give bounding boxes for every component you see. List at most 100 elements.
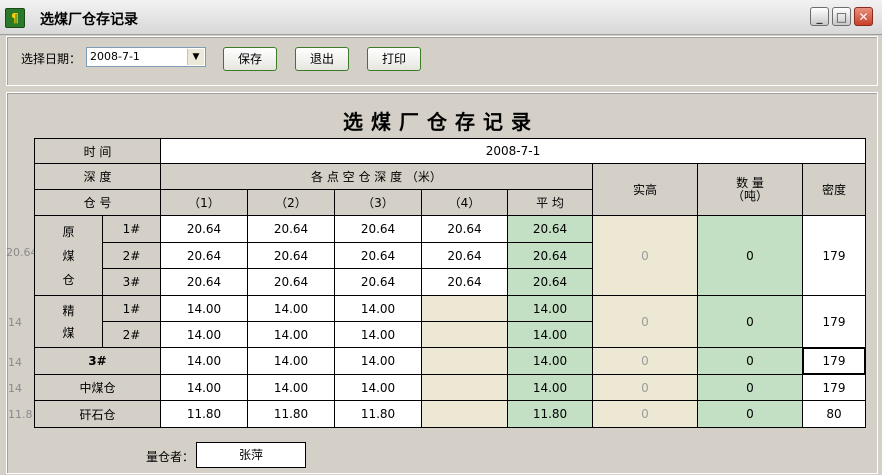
quantity-header-line1: 数 量 <box>736 175 764 190</box>
depth-label: 深 度 <box>34 163 161 190</box>
actual-height-header: 实高 <box>592 163 698 216</box>
maximize-button[interactable]: □ <box>832 7 851 26</box>
chevron-down-icon[interactable]: ▼ <box>187 49 204 65</box>
gangue-avg: 11.80 <box>507 400 593 428</box>
gangue-label: 矸石仓 <box>34 400 161 428</box>
raw-r3-avg: 20.64 <box>507 268 593 296</box>
raw-r3-c3[interactable]: 20.64 <box>334 268 422 296</box>
raw-label-char: 仓 <box>62 272 75 287</box>
bin3-actual-height: 0 <box>592 347 698 375</box>
raw-r3-c4[interactable]: 20.64 <box>421 268 508 296</box>
bin-label: 仓 号 <box>34 189 161 216</box>
clean-label-char: 煤 <box>62 325 75 340</box>
middling-density[interactable]: 179 <box>802 374 866 401</box>
bin3-c2[interactable]: 14.00 <box>247 347 335 375</box>
raw-r1-c1[interactable]: 20.64 <box>160 215 248 243</box>
print-button[interactable]: 打印 <box>367 47 421 71</box>
clean-r2-c3[interactable]: 14.00 <box>334 321 422 348</box>
clean-r2-c2[interactable]: 14.00 <box>247 321 335 348</box>
report-title: 选煤厂仓存记录 <box>343 110 539 134</box>
middling-label: 中煤仓 <box>34 374 161 401</box>
raw-r2-avg: 20.64 <box>507 242 593 269</box>
clean-r1-c3[interactable]: 14.00 <box>334 295 422 322</box>
date-select-value: 2008-7-1 <box>90 50 140 63</box>
raw-r3-c1[interactable]: 20.64 <box>160 268 248 296</box>
gangue-actual-height: 0 <box>592 400 698 428</box>
middling-c3[interactable]: 14.00 <box>334 374 422 401</box>
col-header-1: （1） <box>160 189 248 216</box>
raw-r2-c4[interactable]: 20.64 <box>421 242 508 269</box>
middling-quantity: 0 <box>697 374 803 401</box>
app-icon: ¶ <box>5 8 25 28</box>
raw-r1-c2[interactable]: 20.64 <box>247 215 335 243</box>
raw-quantity: 0 <box>697 215 803 296</box>
quantity-header-line2: （吨） <box>731 188 768 203</box>
exit-button[interactable]: 退出 <box>295 47 349 71</box>
bin3-density[interactable]: 179 <box>802 347 866 375</box>
clean-coal-bin-label: 精 煤 <box>34 295 103 348</box>
col-header-3: （3） <box>334 189 422 216</box>
middling-c1[interactable]: 14.00 <box>160 374 248 401</box>
gangue-c4 <box>421 400 508 428</box>
raw-r2-c2[interactable]: 20.64 <box>247 242 335 269</box>
middling-side-value: 14 <box>8 382 22 395</box>
gangue-density[interactable]: 80 <box>802 400 866 428</box>
bin3-c4 <box>421 347 508 375</box>
bin3-side-value: 14 <box>8 356 22 369</box>
gangue-side-value: 11.8 <box>8 408 33 421</box>
window-titlebar[interactable]: ¶ 选煤厂仓存记录 _ □ ✕ <box>0 0 882 35</box>
raw-r2-c3[interactable]: 20.64 <box>334 242 422 269</box>
clean-r1-c4 <box>421 295 508 322</box>
gangue-c2[interactable]: 11.80 <box>247 400 335 428</box>
bin3-c3[interactable]: 14.00 <box>334 347 422 375</box>
raw-r1-c3[interactable]: 20.64 <box>334 215 422 243</box>
raw-bin-no-1: 1# <box>102 215 161 243</box>
bin3-c1[interactable]: 14.00 <box>160 347 248 375</box>
bin3-label: 3# <box>34 347 161 375</box>
gangue-quantity: 0 <box>697 400 803 428</box>
clean-r1-c1[interactable]: 14.00 <box>160 295 248 322</box>
raw-density[interactable]: 179 <box>802 215 866 296</box>
middling-actual-height: 0 <box>592 374 698 401</box>
clean-r1-c2[interactable]: 14.00 <box>247 295 335 322</box>
raw-label-char: 煤 <box>62 248 75 263</box>
raw-r3-c2[interactable]: 20.64 <box>247 268 335 296</box>
close-button[interactable]: ✕ <box>854 7 873 26</box>
density-header: 密度 <box>802 163 866 216</box>
raw-r1-avg: 20.64 <box>507 215 593 243</box>
middling-avg: 14.00 <box>507 374 593 401</box>
date-select[interactable]: 2008-7-1 ▼ <box>86 47 206 67</box>
clean-r2-c1[interactable]: 14.00 <box>160 321 248 348</box>
time-value: 2008-7-1 <box>160 138 866 164</box>
raw-side-value: 20.64 <box>6 246 38 259</box>
gangue-c1[interactable]: 11.80 <box>160 400 248 428</box>
raw-r2-c1[interactable]: 20.64 <box>160 242 248 269</box>
clean-label-char: 精 <box>62 304 75 319</box>
raw-actual-height: 0 <box>592 215 698 296</box>
raw-coal-bin-label: 原 煤 仓 <box>34 215 103 296</box>
middling-c2[interactable]: 14.00 <box>247 374 335 401</box>
clean-bin-no-2: 2# <box>102 321 161 348</box>
clean-actual-height: 0 <box>592 295 698 348</box>
date-label: 选择日期： <box>21 52 82 66</box>
clean-r2-avg: 14.00 <box>507 321 593 348</box>
depth-group-header: 各 点 空 仓 深 度 （米） <box>160 163 593 190</box>
bin3-avg: 14.00 <box>507 347 593 375</box>
col-header-2: （2） <box>247 189 335 216</box>
raw-bin-no-2: 2# <box>102 242 161 269</box>
clean-density[interactable]: 179 <box>802 295 866 348</box>
window-title: 选煤厂仓存记录 <box>40 12 138 28</box>
clean-quantity: 0 <box>697 295 803 348</box>
col-header-average: 平 均 <box>507 189 593 216</box>
keeper-field[interactable]: 张萍 <box>196 442 306 468</box>
save-button[interactable]: 保存 <box>223 47 277 71</box>
gangue-c3[interactable]: 11.80 <box>334 400 422 428</box>
quantity-header: 数 量 （吨） <box>697 163 803 216</box>
bin3-quantity: 0 <box>697 347 803 375</box>
raw-label-char: 原 <box>62 225 75 240</box>
clean-side-value: 14 <box>8 316 22 329</box>
col-header-4: （4） <box>421 189 508 216</box>
time-label: 时 间 <box>34 138 161 164</box>
raw-r1-c4[interactable]: 20.64 <box>421 215 508 243</box>
minimize-button[interactable]: _ <box>810 7 829 26</box>
